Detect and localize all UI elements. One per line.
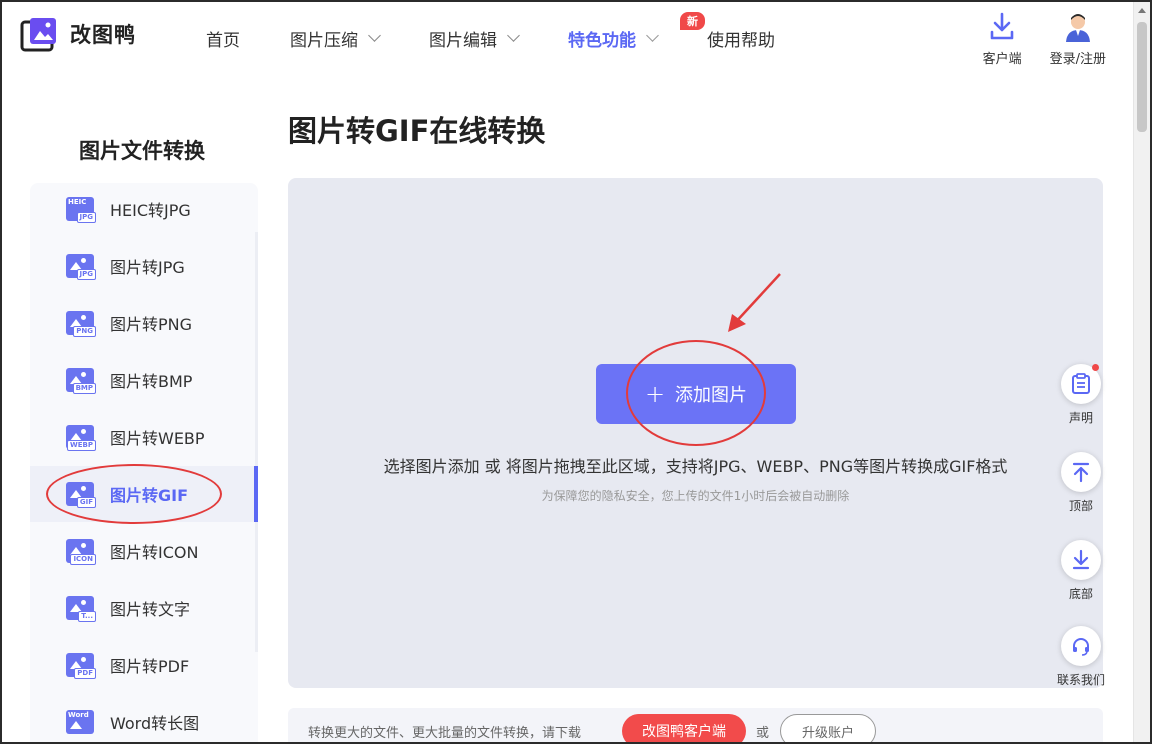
- sidebar-item-label: 图片转PDF: [110, 657, 190, 676]
- float-statement-label: 声明: [1068, 411, 1093, 425]
- annotation-arrow-icon: [728, 273, 781, 332]
- sidebar-item-label: 图片转ICON: [110, 543, 199, 562]
- nav-image-compress-label: 图片压缩: [290, 31, 358, 51]
- jpg-file-icon: JPG: [66, 254, 96, 280]
- scroll-up-icon[interactable]: [1138, 8, 1146, 13]
- client-download-button[interactable]: 客户端: [983, 12, 1022, 67]
- privacy-note: 为保障您的隐私安全，您上传的文件1小时后会被自动删除: [541, 489, 850, 503]
- notification-dot: [1092, 364, 1099, 371]
- heic-file-icon: JPG HEIC: [66, 197, 96, 223]
- annotation-circle-button: [626, 340, 766, 446]
- pdf-file-icon: PDF: [66, 653, 96, 679]
- arrow-up-icon: [1061, 452, 1101, 492]
- headset-icon: [1061, 626, 1101, 666]
- download-icon: [989, 12, 1015, 46]
- nav-help[interactable]: 使用帮助: [707, 26, 775, 51]
- chevron-down-icon: [507, 29, 520, 42]
- sidebar-active-indicator: [254, 466, 258, 522]
- float-top-label: 顶部: [1068, 499, 1093, 513]
- user-avatar-icon: [1063, 12, 1093, 46]
- webp-file-icon: WEBP: [66, 425, 96, 451]
- logo-icon: [20, 16, 58, 52]
- top-header: 改图鸭 首页 图片压缩 图片编辑 特色功能 新 使用帮助 客户端 登录/注册: [2, 2, 1132, 72]
- sidebar-item-image-to-pdf[interactable]: PDF 图片转PDF: [30, 637, 254, 693]
- sidebar-item-image-to-webp[interactable]: WEBP 图片转WEBP: [30, 409, 254, 465]
- sidebar-item-label: Word转长图: [110, 714, 200, 733]
- sidebar-item-image-to-bmp[interactable]: BMP 图片转BMP: [30, 352, 254, 408]
- sidebar-item-label: 图片转BMP: [110, 372, 193, 391]
- sidebar-item-image-to-png[interactable]: PNG 图片转PNG: [30, 295, 254, 351]
- nav-home[interactable]: 首页: [206, 26, 240, 51]
- float-contact-button[interactable]: 联系我们: [1057, 626, 1106, 688]
- nav-image-edit-label: 图片编辑: [429, 31, 497, 51]
- float-statement-button[interactable]: 声明: [1058, 364, 1104, 426]
- sidebar-item-label: 图片转WEBP: [110, 429, 205, 448]
- icon-file-icon: ICON: [66, 539, 96, 565]
- nav-help-label: 使用帮助: [707, 31, 775, 51]
- brand-name: 改图鸭: [70, 23, 136, 47]
- document-icon: [1061, 364, 1101, 404]
- sidebar-title: 图片文件转换: [79, 139, 205, 163]
- sidebar-item-heic-to-jpg[interactable]: JPG HEIC HEIC转JPG: [30, 181, 254, 237]
- sidebar-item-label: 图片转JPG: [110, 258, 185, 277]
- sidebar-item-label: 图片转PNG: [110, 315, 193, 334]
- sidebar-scroll-track[interactable]: [255, 232, 258, 652]
- arrow-down-icon: [1061, 540, 1101, 580]
- sidebar-item-label: 图片转文字: [110, 600, 191, 619]
- header-actions: 客户端 登录/注册: [955, 12, 1106, 67]
- bmp-file-icon: BMP: [66, 368, 96, 394]
- login-register-button[interactable]: 登录/注册: [1050, 12, 1106, 67]
- chevron-down-icon: [368, 29, 381, 42]
- nav-home-label: 首页: [206, 31, 240, 51]
- float-bottom-button[interactable]: 底部: [1058, 540, 1104, 602]
- brand-logo[interactable]: 改图鸭: [20, 16, 136, 52]
- png-file-icon: PNG: [66, 311, 96, 337]
- upgrade-account-button[interactable]: 升级账户: [780, 714, 876, 744]
- upload-description: 选择图片添加 或 将图片拖拽至此区域，支持将JPG、WEBP、PNG等图片转换成…: [383, 457, 1008, 476]
- nav-special-features-label: 特色功能: [568, 31, 636, 51]
- float-bottom-label: 底部: [1068, 587, 1093, 601]
- sidebar-item-image-to-icon[interactable]: ICON 图片转ICON: [30, 523, 254, 579]
- nav-special-features[interactable]: 特色功能 新: [568, 12, 705, 51]
- sidebar-item-label: HEIC转JPG: [110, 201, 191, 220]
- text-file-icon: T...: [66, 596, 96, 622]
- page-title: 图片转GIF在线转换: [288, 114, 546, 148]
- scrollbar-thumb[interactable]: [1137, 22, 1147, 132]
- chevron-down-icon: [646, 29, 659, 42]
- annotation-circle-sidebar: [46, 464, 222, 524]
- new-badge: 新: [680, 12, 705, 30]
- nav-image-compress[interactable]: 图片压缩: [290, 26, 381, 51]
- client-download-label: 客户端: [982, 52, 1022, 67]
- login-register-label: 登录/注册: [1049, 52, 1106, 67]
- promo-text: 转换更大的文件、更大批量的文件转换，请下载: [308, 726, 582, 741]
- word-file-icon: Word: [66, 710, 94, 734]
- float-contact-label: 联系我们: [1057, 673, 1106, 687]
- download-client-button[interactable]: 改图鸭客户端: [622, 714, 746, 744]
- main-nav: 首页 图片压缩 图片编辑 特色功能 新 使用帮助: [206, 12, 825, 51]
- nav-image-edit[interactable]: 图片编辑: [429, 26, 520, 51]
- float-top-button[interactable]: 顶部: [1058, 452, 1104, 514]
- sidebar-item-image-to-jpg[interactable]: JPG 图片转JPG: [30, 238, 254, 294]
- promo-or-text: 或: [756, 726, 770, 741]
- sidebar-item-image-to-text[interactable]: T... 图片转文字: [30, 580, 254, 636]
- page-scrollbar[interactable]: [1133, 2, 1150, 742]
- sidebar-item-word-to-long-image[interactable]: Word Word转长图: [30, 694, 254, 744]
